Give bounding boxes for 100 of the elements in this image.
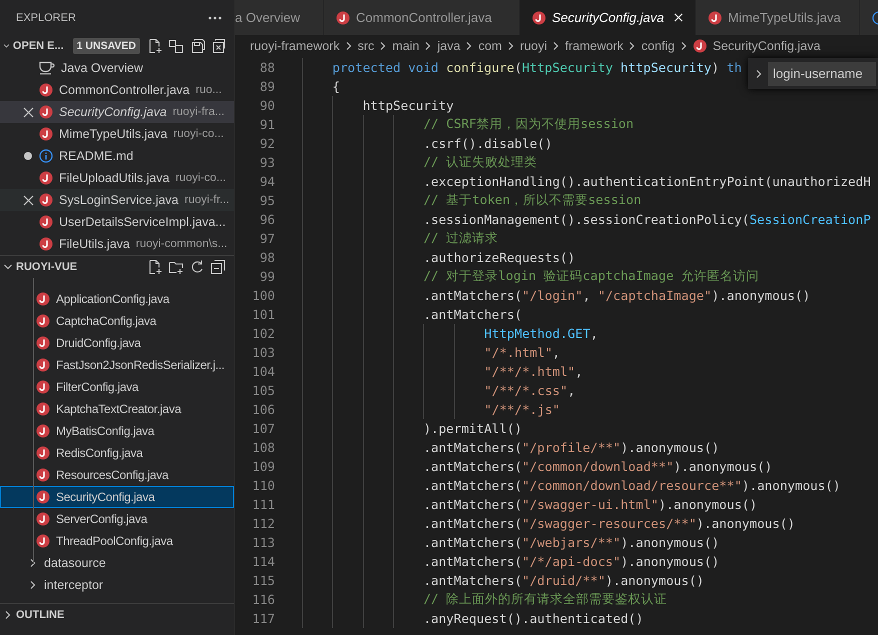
file-name: CaptchaConfig.java [56, 314, 156, 328]
new-folder-icon[interactable] [168, 259, 184, 275]
file-tree-item[interactable]: FilterConfig.java [0, 376, 234, 398]
close-icon[interactable] [22, 194, 34, 206]
line-number: 99 [258, 269, 275, 284]
code-line: .antMatchers("/webjars/**").anonymous() [423, 535, 720, 550]
file-path: ruoyi-co... [173, 128, 224, 140]
java-file-icon [36, 490, 50, 504]
file-name: UserDetailsServiceImpl.java... [59, 215, 226, 229]
file-tree-item[interactable]: ServerConfig.java [0, 508, 234, 530]
breadcrumb-item[interactable]: com [478, 39, 502, 53]
file-tree-item[interactable]: ResourcesConfig.java [0, 464, 234, 486]
line-number: 104 [251, 364, 275, 379]
file-tree-item[interactable]: RedisConfig.java [0, 442, 234, 464]
open-editor-item[interactable]: Java Overview [0, 57, 234, 79]
line-number: 102 [251, 326, 275, 341]
file-tree-item[interactable]: DruidConfig.java [0, 332, 234, 354]
breadcrumb-item[interactable]: java [437, 39, 460, 53]
file-name: KaptchaTextCreator.java [56, 402, 181, 416]
line-number: 91 [258, 117, 275, 132]
line-number: 107 [251, 421, 275, 436]
open-editor-item[interactable]: CommonController.java ruo... [0, 79, 234, 101]
collapse-all-icon[interactable] [210, 259, 226, 275]
open-editor-item[interactable]: FileUploadUtils.java ruoyi-co... [0, 167, 234, 189]
file-name: ResourcesConfig.java [56, 468, 168, 482]
chevron-icon [3, 262, 13, 272]
breadcrumb-item[interactable]: config [641, 39, 675, 53]
section-title[interactable]: RUOYI-VUE [16, 261, 78, 273]
breadcrumb-item[interactable]: framework [565, 39, 624, 53]
refresh-icon[interactable] [189, 259, 205, 275]
info-icon [39, 149, 53, 163]
breadcrumb-item[interactable]: src [358, 39, 374, 53]
code-line: .antMatchers("/druid/**").anonymous() [423, 573, 704, 588]
code-line: .antMatchers("/swagger-resources/**").anonymous() [423, 516, 795, 531]
file-tree-item[interactable]: ApplicationConfig.java [0, 288, 234, 310]
line-number: 98 [258, 250, 275, 265]
open-editor-item[interactable]: README.md [0, 145, 234, 167]
file-tree-item[interactable]: KaptchaTextCreator.java [0, 398, 234, 420]
breadcrumb-item[interactable]: ruoyi [520, 39, 548, 53]
close-all-icon[interactable] [210, 38, 226, 54]
close-icon[interactable] [22, 106, 34, 118]
file-name: FileUtils.java [59, 237, 130, 251]
editor-tab[interactable]: SecurityConfig.java [520, 0, 696, 35]
java-file-icon [36, 424, 50, 438]
code-line: // 认证失败处理类 [423, 154, 538, 171]
toggle-chevron-icon[interactable] [754, 68, 764, 78]
file-name: README.md [59, 149, 134, 163]
line-number: 89 [258, 79, 275, 94]
cup-icon [39, 61, 55, 75]
java-file-icon [532, 10, 546, 24]
java-file-icon [692, 39, 707, 53]
editor-tab[interactable]: MimeTypeUtils.java [696, 0, 860, 35]
find-input[interactable]: login-username [768, 62, 876, 86]
open-editor-item[interactable]: UserDetailsServiceImpl.java... [0, 211, 234, 233]
file-name: CommonController.java [59, 83, 190, 97]
section-title[interactable]: OPEN E... [12, 40, 64, 52]
open-editor-item[interactable]: FileUtils.java ruoyi-common\s... [0, 233, 234, 255]
file-path: ruoyi-co... [175, 172, 226, 184]
line-number: 117 [251, 611, 275, 626]
file-tree-item[interactable]: MyBatisConfig.java [0, 420, 234, 442]
code-line: .antMatchers("/swagger-ui.html").anonymous() [423, 497, 758, 512]
open-editor-item[interactable]: MimeTypeUtils.java ruoyi-co... [0, 123, 234, 145]
java-file-icon [36, 336, 50, 350]
file-name: DruidConfig.java [56, 336, 141, 350]
file-name: FileUploadUtils.java [59, 171, 170, 185]
code-line: { [332, 79, 340, 94]
file-tree-item[interactable]: CaptchaConfig.java [0, 310, 234, 332]
panel-title: EXPLORER [16, 12, 76, 24]
code-line: // 过滤请求 [423, 230, 498, 247]
folder-tree-item[interactable]: datasource [0, 552, 234, 574]
java-file-icon [39, 171, 53, 185]
folder-tree-item[interactable]: interceptor [0, 574, 234, 596]
java-file-icon [36, 314, 50, 328]
breadcrumb-item[interactable]: SecurityConfig.java [692, 39, 820, 53]
file-tree-item[interactable]: SecurityConfig.java [0, 486, 234, 508]
code-line: "/**/*.css", [484, 383, 576, 398]
save-all-icon[interactable] [189, 38, 205, 54]
file-tree-item[interactable]: FastJson2JsonRedisSerializer.j... [0, 354, 234, 376]
breadcrumb-item[interactable]: ruoyi-framework [250, 39, 340, 53]
window-copy-icon[interactable] [168, 38, 184, 54]
new-file-icon[interactable] [147, 259, 163, 275]
line-number: 114 [251, 554, 275, 569]
breadcrumb-item[interactable]: main [392, 39, 420, 53]
file-name: ThreadPoolConfig.java [56, 534, 173, 548]
more-icon[interactable] [208, 16, 222, 20]
java-file-icon [36, 512, 50, 526]
editor-tab[interactable]: CommonController.java [324, 0, 520, 35]
file-name: SecurityConfig.java [59, 105, 167, 119]
open-editor-item[interactable]: SecurityConfig.java ruoyi-fra... [0, 101, 234, 123]
java-file-icon [36, 468, 50, 482]
file-tree-item[interactable]: ThreadPoolConfig.java [0, 530, 234, 552]
java-file-icon [36, 380, 50, 394]
line-number: 92 [258, 136, 275, 151]
new-file-icon[interactable] [147, 38, 163, 54]
section-title[interactable]: OUTLINE [16, 609, 64, 621]
open-editor-item[interactable]: SysLoginService.java ruoyi-fr... [0, 189, 234, 211]
editor-tab[interactable]: a Overview [235, 0, 324, 35]
file-name: SysLoginService.java [59, 193, 179, 207]
breadcrumb-separator-icon [678, 41, 689, 51]
java-file-icon [39, 215, 53, 229]
